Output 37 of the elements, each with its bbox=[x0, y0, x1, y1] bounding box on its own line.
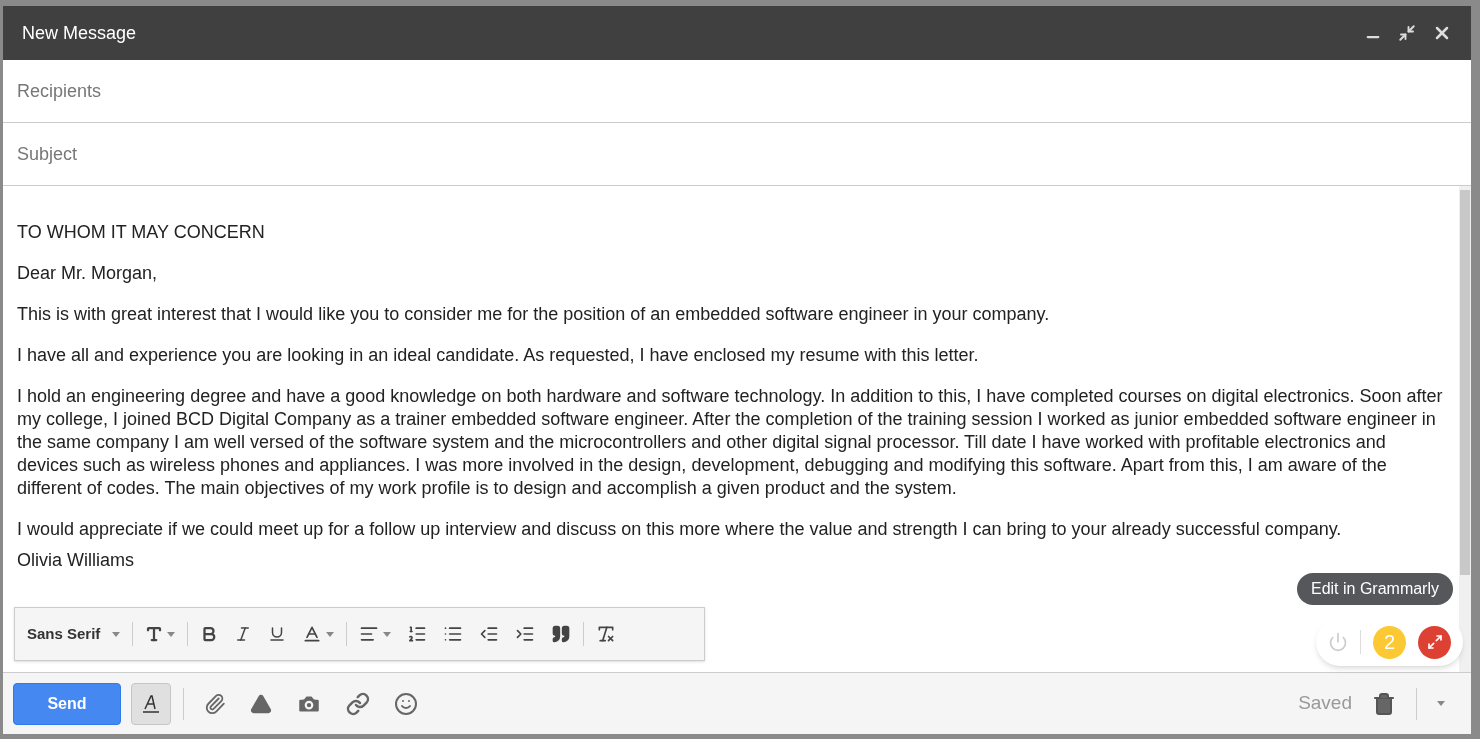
body-paragraph: I hold an engineering degree and have a good knowledge on both hardware and software technology. In addition to this, I have completed courses on digital electronics. Soon after my college, I joined BCD Digital Company as a trainer embedded software engineer. After the completion of the training session I worked as junior embedded software engineer in the same company I am well versed of the software system and the microcontrollers and other digital signal processor. Till date I have worked with profitable electronics and devices such as wireless phones and appliances. I was more involved in the design, development, debugging and modifying this software. Apart from this, I am aware of the different of codes. The main objectives of my work profile is to design and accomplish a given product and the system. bbox=[17, 385, 1443, 500]
align-left-icon bbox=[359, 624, 380, 644]
body-paragraph: I have all and experience you are looking in an ideal candidate. As requested, I have enclosed my resume with this letter. bbox=[17, 344, 980, 367]
emoji-icon[interactable] bbox=[394, 691, 418, 716]
window-title: New Message bbox=[22, 21, 137, 45]
font-dropdown[interactable]: Sans Serif bbox=[19, 618, 129, 650]
send-button[interactable]: Send bbox=[13, 682, 121, 725]
saved-status: Saved bbox=[1298, 691, 1352, 716]
underline-icon bbox=[268, 625, 287, 643]
link-icon[interactable] bbox=[346, 691, 370, 716]
signature-text: Olivia Williams bbox=[17, 549, 135, 572]
formatting-icon bbox=[143, 694, 159, 713]
numbered-list-icon bbox=[407, 624, 428, 644]
body-paragraph: This is with great interest that I would like you to consider me for the position of an embedded software engineer in your company. bbox=[17, 303, 1051, 326]
exit-full-screen-icon[interactable] bbox=[1398, 24, 1416, 42]
formatting-button[interactable] bbox=[131, 682, 171, 725]
grammarly-expand-button[interactable] bbox=[1418, 625, 1451, 659]
caret-icon bbox=[167, 631, 176, 637]
grammarly-tooltip: Edit in Grammarly bbox=[1296, 573, 1453, 605]
subject-field[interactable]: Subject bbox=[3, 123, 1471, 186]
remove-formatting-icon bbox=[596, 624, 617, 644]
trash-icon[interactable] bbox=[1372, 691, 1396, 716]
body-paragraph: Dear Mr. Morgan, bbox=[17, 262, 159, 285]
expand-icon bbox=[1426, 634, 1443, 650]
indent-less-icon bbox=[479, 624, 500, 644]
caret-icon bbox=[326, 631, 335, 637]
quote-icon bbox=[551, 624, 572, 644]
bulleted-list-icon bbox=[443, 624, 464, 644]
caret-icon bbox=[112, 631, 121, 637]
more-options-icon bbox=[1437, 701, 1445, 706]
indent-more-icon bbox=[515, 624, 536, 644]
body-paragraph: TO WHOM IT MAY CONCERN bbox=[17, 221, 266, 244]
paperclip-icon[interactable] bbox=[204, 692, 226, 715]
body-paragraph: I would appreciate if we could meet up for a follow up interview and discuss on this more where the value and strength I can bring to your already successful company. bbox=[17, 518, 1343, 541]
text-size-icon bbox=[145, 625, 164, 643]
recipients-field[interactable]: Recipients bbox=[3, 60, 1471, 123]
caret-icon bbox=[383, 631, 392, 637]
